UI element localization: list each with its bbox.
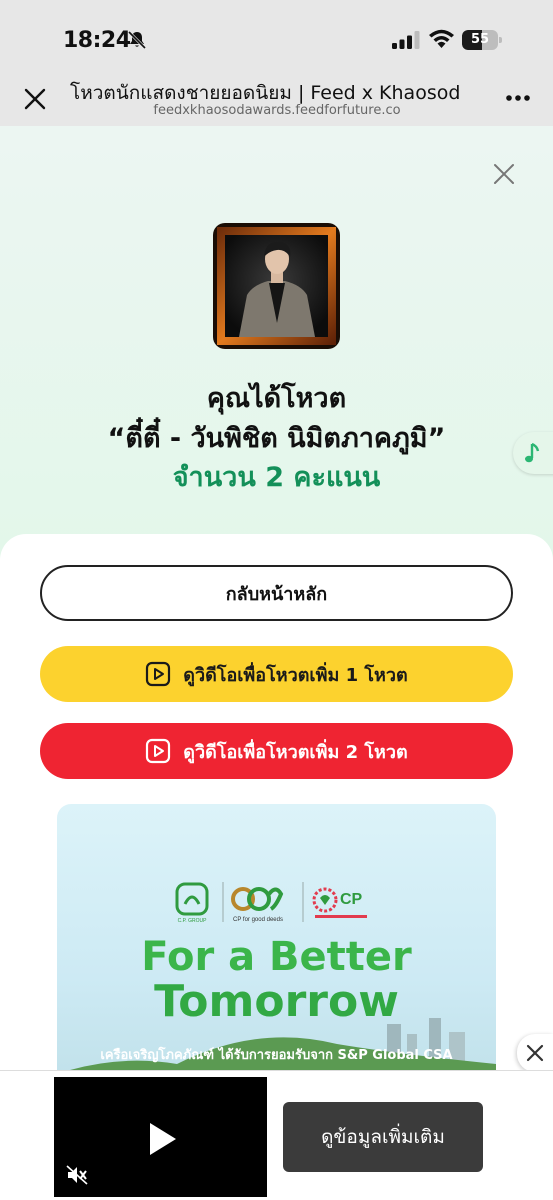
play-icon[interactable] xyxy=(148,1121,178,1157)
watch-video-vote-2-label: ดูวิดีโอเพื่อโหวตเพิ่ม 2 โหวต xyxy=(183,741,408,763)
banner-subtitle: เครือเจริญโภคภัณฑ์ ได้รับการยอมรับจาก S&… xyxy=(100,1048,453,1063)
logo-cp-text: CP xyxy=(340,891,363,908)
logo-good-deeds-text: CP for good deeds xyxy=(233,917,283,923)
vote-result-panel: คุณได้โหวต “ตี๋ตี๋ - วันพิชิต นิมิตภาคภู… xyxy=(0,126,553,1070)
close-icon xyxy=(526,1044,544,1062)
battery-percent: 55 xyxy=(470,32,490,47)
banner-title-line1: For a Better xyxy=(141,934,412,980)
watch-video-vote-2-button[interactable]: ดูวิดีโอเพื่อโหวตเพิ่ม 2 โหวต xyxy=(40,723,513,779)
clock: 18:24 xyxy=(63,28,131,53)
close-icon[interactable] xyxy=(22,86,48,112)
play-video-icon xyxy=(146,661,171,687)
ad-learn-more-label: ดูข้อมูลเพิ่มเติม xyxy=(321,1126,445,1148)
status-bar: 18:24 55 xyxy=(0,0,553,74)
wifi-icon xyxy=(429,29,454,48)
back-home-label: กลับหน้าหลัก xyxy=(225,583,328,605)
watch-video-vote-1-label: ดูวิดีโอเพื่อโหวตเพิ่ม 1 โหวต xyxy=(183,664,408,686)
action-card: กลับหน้าหลัก ดูวิดีโอเพื่อโหวตเพิ่ม 1 โห… xyxy=(0,534,553,1070)
sponsor-logos: C.P. GROUP CP for good deeds CP xyxy=(175,882,367,924)
ad-close-button[interactable] xyxy=(517,1034,553,1072)
ad-video[interactable] xyxy=(54,1077,267,1197)
ad-banner: ดูข้อมูลเพิ่มเติม xyxy=(0,1070,553,1200)
mute-icon[interactable] xyxy=(66,1165,88,1185)
more-options-icon[interactable] xyxy=(505,94,531,102)
voted-label: คุณได้โหวต xyxy=(206,383,347,414)
watch-video-vote-1-button[interactable]: ดูวิดีโอเพื่อโหวตเพิ่ม 1 โหวต xyxy=(40,646,513,702)
battery-indicator: 55 xyxy=(462,30,502,50)
modal-close-icon[interactable] xyxy=(492,162,516,186)
candidate-photo xyxy=(213,223,340,349)
back-home-button[interactable]: กลับหน้าหลัก xyxy=(40,565,513,621)
cell-signal-icon xyxy=(392,31,420,49)
sponsor-banner[interactable]: C.P. GROUP CP for good deeds CP For a Be… xyxy=(57,804,496,1070)
play-video-icon xyxy=(146,738,171,764)
bell-off-icon xyxy=(127,30,147,50)
logo-cp-group-text: C.P. GROUP xyxy=(178,918,207,924)
ad-learn-more-button[interactable]: ดูข้อมูลเพิ่มเติม xyxy=(283,1102,483,1172)
page-url: feedxkhaosodawards.feedforfuture.co xyxy=(153,103,401,118)
browser-header: โหวตนักแสดงชายยอดนิยม | Feed x Khaosod f… xyxy=(0,74,553,126)
vote-score: จำนวน 2 คะแนน xyxy=(172,462,381,493)
candidate-name: “ตี๋ตี๋ - วันพิชิต นิมิตภาคภูมิ” xyxy=(107,423,446,454)
